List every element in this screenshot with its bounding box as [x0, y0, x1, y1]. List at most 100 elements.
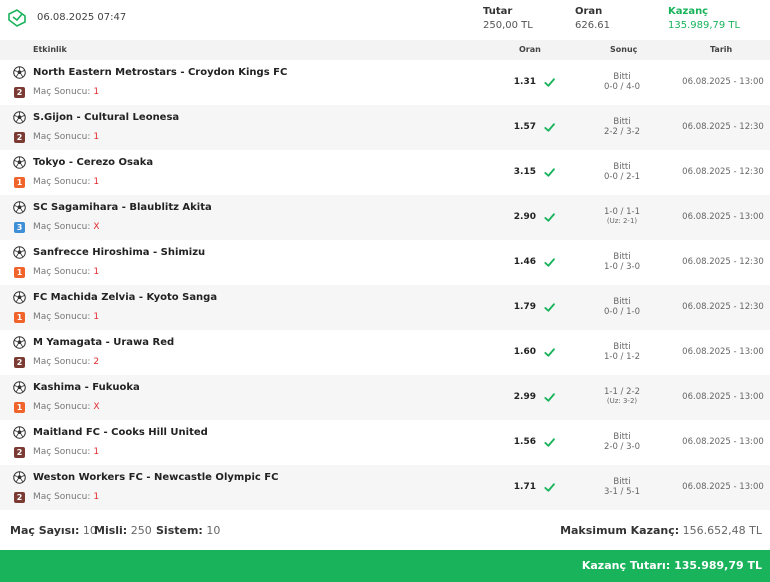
market-line: Maç Sonucu: X	[33, 402, 100, 412]
match-number-badge: 1	[14, 312, 25, 323]
market-label: Maç Sonucu:	[33, 492, 91, 502]
soccer-ball-icon	[13, 201, 26, 214]
match-date: 06.08.2025 - 13:00	[682, 347, 764, 357]
result-score: 0-0 / 4-0	[603, 82, 641, 92]
result-cell: Bitti 2-2 / 3-2	[572, 117, 672, 137]
result-status: Bitti	[613, 72, 631, 82]
bet-row: North Eastern Metrostars - Croydon Kings…	[0, 60, 770, 105]
result-score: 0-0 / 1-0	[603, 307, 641, 317]
result-cell: Bitti 2-0 / 3-0	[572, 432, 672, 452]
match-name: SC Sagamihara - Blaublitz Akita	[33, 202, 212, 213]
odd-value: 1.57	[513, 122, 536, 132]
soccer-ball-icon	[13, 426, 26, 439]
match-name: Kashima - Fukuoka	[33, 382, 140, 393]
result-score: 0-0 / 2-1	[603, 172, 641, 182]
soccer-ball-icon	[13, 381, 26, 394]
result-score: 2-2 / 3-2	[603, 127, 641, 137]
soccer-ball-icon	[13, 336, 26, 349]
check-icon	[544, 258, 555, 267]
pick-value: 1	[93, 177, 100, 187]
system-value: 10	[206, 524, 221, 537]
match-date: 06.08.2025 - 12:30	[682, 167, 764, 177]
coupon-logo-icon	[8, 9, 26, 27]
result-status: Bitti	[613, 342, 631, 352]
odd-value: 1.56	[513, 437, 536, 447]
match-count-label: Maç Sayısı:	[10, 524, 80, 537]
market-line: Maç Sonucu: 1	[33, 132, 99, 142]
winnings-label: Kazanç	[668, 6, 709, 17]
winnings-total: Kazanç Tutarı: 135.989,79 TL	[582, 559, 762, 572]
result-extra-time: (Uz: 3-2)	[606, 397, 638, 405]
match-count: Maç Sayısı: 10	[10, 524, 97, 537]
odd-value: 2.99	[513, 392, 536, 402]
market-line: Maç Sonucu: 1	[33, 447, 99, 457]
match-name: FC Machida Zelvia - Kyoto Sanga	[33, 292, 218, 303]
column-date: Tarih	[710, 45, 733, 54]
multiplier-value: 250	[130, 524, 152, 537]
market-line: Maç Sonucu: X	[33, 222, 100, 232]
odd-value: 3.15	[513, 167, 536, 177]
check-icon	[544, 123, 555, 132]
soccer-ball-icon	[13, 111, 26, 124]
bet-row: Kashima - Fukuoka 1 Maç Sonucu: X 2.99 1-1 / …	[0, 375, 770, 420]
market-line: Maç Sonucu: 1	[33, 177, 99, 187]
match-name: Sanfrecce Hiroshima - Shimizu	[33, 247, 206, 258]
soccer-ball-icon	[13, 471, 26, 484]
market-label: Maç Sonucu:	[33, 312, 91, 322]
match-name: S.Gijon - Cultural Leonesa	[33, 112, 180, 123]
winnings-total-value: 135.989,79 TL	[674, 559, 762, 572]
market-label: Maç Sonucu:	[33, 402, 91, 412]
total-odd-value: 626.61	[575, 20, 610, 31]
winnings-value: 135.989,79 TL	[668, 20, 741, 31]
check-icon	[544, 483, 555, 492]
pick-value: 1	[93, 132, 100, 142]
match-date: 06.08.2025 - 13:00	[682, 482, 764, 492]
market-line: Maç Sonucu: 1	[33, 267, 99, 277]
match-date: 06.08.2025 - 12:30	[682, 257, 764, 267]
match-name: North Eastern Metrostars - Croydon Kings…	[33, 67, 288, 78]
multiplier: Misli: 250	[94, 524, 152, 537]
match-name: M Yamagata - Urawa Red	[33, 337, 175, 348]
result-cell: Bitti 3-1 / 5-1	[572, 477, 672, 497]
table-header: Etkinlik Oran Sonuç Tarih	[0, 40, 770, 60]
column-odd: Oran	[519, 45, 541, 54]
bet-row: S.Gijon - Cultural Leonesa 2 Maç Sonucu: 1 1…	[0, 105, 770, 150]
max-winnings-label: Maksimum Kazanç:	[560, 524, 680, 537]
match-number-badge: 1	[14, 177, 25, 188]
system-label: Sistem:	[156, 524, 203, 537]
soccer-ball-icon	[13, 246, 26, 259]
match-date: 06.08.2025 - 13:00	[682, 77, 764, 87]
result-cell: Bitti 1-0 / 3-0	[572, 252, 672, 272]
market-label: Maç Sonucu:	[33, 132, 91, 142]
bet-row: M Yamagata - Urawa Red 2 Maç Sonucu: 2 1.60 B…	[0, 330, 770, 375]
soccer-ball-icon	[13, 291, 26, 304]
match-number-badge: 2	[14, 447, 25, 458]
winnings-block: Kazanç 135.989,79 TL	[668, 5, 740, 33]
pick-value: 1	[93, 492, 100, 502]
odd-value: 1.60	[513, 347, 536, 357]
stake-label: Tutar	[483, 6, 513, 17]
match-number-badge: 2	[14, 357, 25, 368]
check-icon	[544, 168, 555, 177]
result-cell: 1-1 / 2-2 (Uz: 3-2)	[572, 387, 672, 406]
column-event: Etkinlik	[33, 45, 67, 54]
match-name: Weston Workers FC - Newcastle Olympic FC	[33, 472, 279, 483]
market-label: Maç Sonucu:	[33, 222, 91, 232]
match-date: 06.08.2025 - 13:00	[682, 437, 764, 447]
result-score: 1-0 / 3-0	[603, 262, 641, 272]
result-cell: Bitti 0-0 / 1-0	[572, 297, 672, 317]
coupon-header: 06.08.2025 07:47 Tutar 250,00 TL Oran 62…	[0, 0, 770, 40]
market-label: Maç Sonucu:	[33, 357, 91, 367]
match-number-badge: 2	[14, 132, 25, 143]
coupon-summary: Maç Sayısı: 10 Misli: 250 Sistem: 10 Mak…	[0, 512, 770, 548]
bet-row: FC Machida Zelvia - Kyoto Sanga 1 Maç Sonu…	[0, 285, 770, 330]
soccer-ball-icon	[13, 156, 26, 169]
column-result: Sonuç	[610, 45, 638, 54]
bet-row: Weston Workers FC - Newcastle Olympic FC…	[0, 465, 770, 510]
match-date: 06.08.2025 - 13:00	[682, 212, 764, 222]
check-icon	[544, 78, 555, 87]
result-cell: Bitti 1-0 / 1-2	[572, 342, 672, 362]
soccer-ball-icon	[13, 66, 26, 79]
winnings-total-label: Kazanç Tutarı:	[581, 559, 671, 572]
stake-value: 250,00 TL	[483, 20, 533, 31]
